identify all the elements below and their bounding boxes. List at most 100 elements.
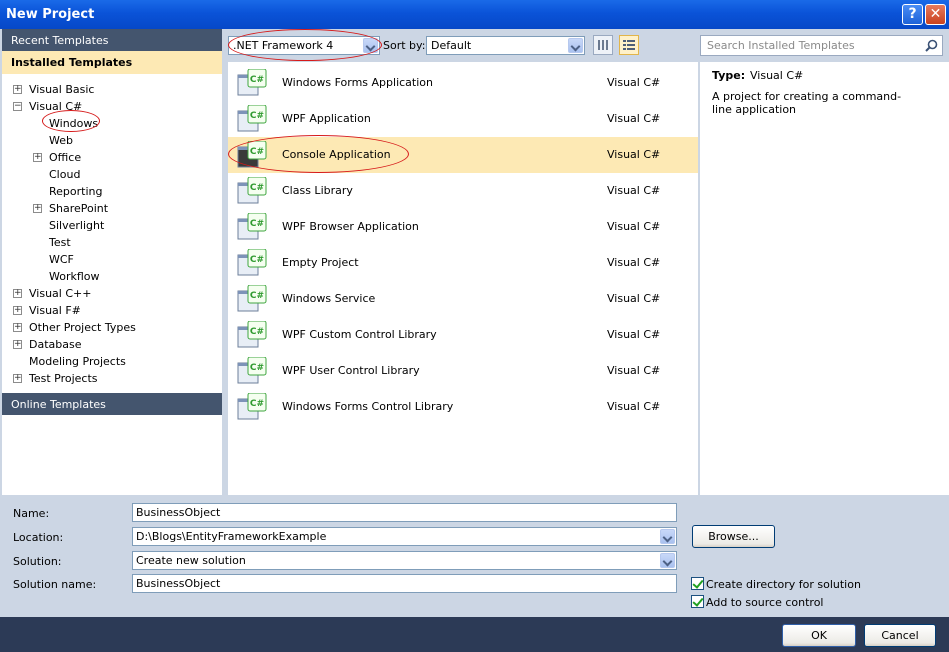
expand-icon[interactable]: + xyxy=(33,153,42,162)
chevron-down-icon[interactable] xyxy=(660,553,675,568)
tree-item-label: Office xyxy=(49,151,82,164)
svg-text:C#: C# xyxy=(250,399,264,409)
source-control-checkbox[interactable] xyxy=(691,595,704,608)
source-control-label[interactable]: Add to source control xyxy=(706,596,824,609)
search-input[interactable]: Search Installed Templates xyxy=(700,35,943,56)
sort-value: Default xyxy=(431,39,472,52)
annotation-ellipse xyxy=(42,110,100,132)
tree-item-reporting[interactable]: Reporting xyxy=(49,183,102,200)
solution-name-field[interactable]: BusinessObject xyxy=(132,574,677,593)
tree-item-label: Visual Basic xyxy=(29,83,95,96)
name-field[interactable]: BusinessObject xyxy=(132,503,677,522)
template-row[interactable]: C# WPF User Control Library Visual C# xyxy=(228,353,698,389)
tree-item-sharepoint[interactable]: + SharePoint xyxy=(33,200,109,217)
tree-item-label: Other Project Types xyxy=(29,321,136,334)
chevron-down-icon[interactable] xyxy=(660,529,675,544)
svg-text:C#: C# xyxy=(250,327,264,337)
template-name: Class Library xyxy=(282,184,353,197)
wpf-browser-app-icon: C# xyxy=(237,213,267,240)
solution-name-label: Solution name: xyxy=(13,578,97,591)
tree-item-label: Visual F# xyxy=(29,304,81,317)
tree-item-database[interactable]: + Database xyxy=(13,336,82,353)
cancel-button[interactable]: Cancel xyxy=(864,624,936,647)
tree-item-cloud[interactable]: Cloud xyxy=(49,166,80,183)
tree-item-label: SharePoint xyxy=(49,202,109,215)
solution-label: Solution: xyxy=(13,555,62,568)
template-name: WPF Application xyxy=(282,112,371,125)
solution-select[interactable]: Create new solution xyxy=(132,551,677,570)
expand-icon[interactable]: + xyxy=(33,204,42,213)
template-name: WPF User Control Library xyxy=(282,364,420,377)
tree-item-visual-cpp[interactable]: + Visual C++ xyxy=(13,285,92,302)
template-row[interactable]: C# Empty Project Visual C# xyxy=(228,245,698,281)
template-row[interactable]: C# Windows Service Visual C# xyxy=(228,281,698,317)
template-name: Empty Project xyxy=(282,256,359,269)
svg-text:C#: C# xyxy=(250,255,264,265)
online-templates-header[interactable]: Online Templates xyxy=(2,393,222,415)
expand-icon[interactable]: + xyxy=(13,289,22,298)
tree-item-wcf[interactable]: WCF xyxy=(49,251,74,268)
sort-by-label: Sort by: xyxy=(383,39,426,52)
template-row[interactable]: C# Windows Forms Application Visual C# xyxy=(228,65,698,101)
template-name: Windows Forms Control Library xyxy=(282,400,454,413)
template-row[interactable]: C# Class Library Visual C# xyxy=(228,173,698,209)
small-icons-icon xyxy=(623,40,635,50)
tree-item-label: Visual C++ xyxy=(29,287,92,300)
create-directory-label[interactable]: Create directory for solution xyxy=(706,578,861,591)
expand-icon[interactable]: + xyxy=(13,374,22,383)
search-icon[interactable] xyxy=(925,39,938,52)
template-name: WPF Browser Application xyxy=(282,220,419,233)
template-language: Visual C# xyxy=(607,148,661,161)
template-row[interactable]: C# WPF Browser Application Visual C# xyxy=(228,209,698,245)
tree-item-label: Web xyxy=(49,134,73,147)
tree-item-test-projects[interactable]: + Test Projects xyxy=(13,370,98,387)
tree-item-silverlight[interactable]: Silverlight xyxy=(49,217,104,234)
ok-button[interactable]: OK xyxy=(782,624,856,647)
tree-item-visual-basic[interactable]: + Visual Basic xyxy=(13,81,95,98)
expand-icon[interactable]: + xyxy=(13,85,22,94)
medium-icons-view-button[interactable] xyxy=(593,35,613,55)
recent-templates-header[interactable]: Recent Templates xyxy=(2,29,222,51)
tree-item-label: Test Projects xyxy=(29,372,98,385)
browse-button[interactable]: Browse... xyxy=(692,525,775,548)
tree-item-other-project-types[interactable]: + Other Project Types xyxy=(13,319,136,336)
chevron-down-icon[interactable] xyxy=(568,38,583,53)
template-name: Windows Forms Application xyxy=(282,76,433,89)
tree-item-test[interactable]: Test xyxy=(49,234,71,251)
template-name: WPF Custom Control Library xyxy=(282,328,437,341)
tree-item-modeling-projects[interactable]: Modeling Projects xyxy=(29,353,126,370)
project-details-form: Name: BusinessObject Location: D:\Blogs\… xyxy=(0,495,949,617)
tree-item-visual-fsharp[interactable]: + Visual F# xyxy=(13,302,81,319)
close-button[interactable]: ✕ xyxy=(925,4,946,25)
tree-item-office[interactable]: + Office xyxy=(33,149,82,166)
expand-icon[interactable]: + xyxy=(13,340,22,349)
template-language: Visual C# xyxy=(607,256,661,269)
winforms-control-library-icon: C# xyxy=(237,393,267,420)
create-directory-checkbox[interactable] xyxy=(691,577,704,590)
collapse-icon[interactable]: − xyxy=(13,102,22,111)
tree-item-label: Modeling Projects xyxy=(29,355,126,368)
tree-item-web[interactable]: Web xyxy=(49,132,73,149)
expand-icon[interactable]: + xyxy=(13,323,22,332)
svg-text:C#: C# xyxy=(250,219,264,229)
empty-project-icon: C# xyxy=(237,249,267,276)
solution-value: Create new solution xyxy=(136,554,246,567)
wpf-custom-control-icon: C# xyxy=(237,321,267,348)
tree-item-workflow[interactable]: Workflow xyxy=(49,268,100,285)
help-button[interactable]: ? xyxy=(902,4,923,25)
medium-icons-icon xyxy=(598,40,608,50)
wpf-app-icon: C# xyxy=(237,105,267,132)
title-bar: New Project ? ✕ xyxy=(0,0,949,29)
template-row[interactable]: C# WPF Custom Control Library Visual C# xyxy=(228,317,698,353)
sort-select[interactable]: Default xyxy=(426,36,585,55)
type-value: Visual C# xyxy=(750,69,804,82)
template-language: Visual C# xyxy=(607,400,661,413)
expand-icon[interactable]: + xyxy=(13,306,22,315)
installed-templates-header[interactable]: Installed Templates xyxy=(2,51,222,74)
tree-item-label: Reporting xyxy=(49,185,103,198)
new-project-dialog: New Project ? ✕ Recent Templates Install… xyxy=(0,0,949,652)
small-icons-view-button[interactable] xyxy=(619,35,639,55)
template-row[interactable]: C# WPF Application Visual C# xyxy=(228,101,698,137)
location-field[interactable]: D:\Blogs\EntityFrameworkExample xyxy=(132,527,677,546)
template-row[interactable]: C# Windows Forms Control Library Visual C# xyxy=(228,389,698,425)
